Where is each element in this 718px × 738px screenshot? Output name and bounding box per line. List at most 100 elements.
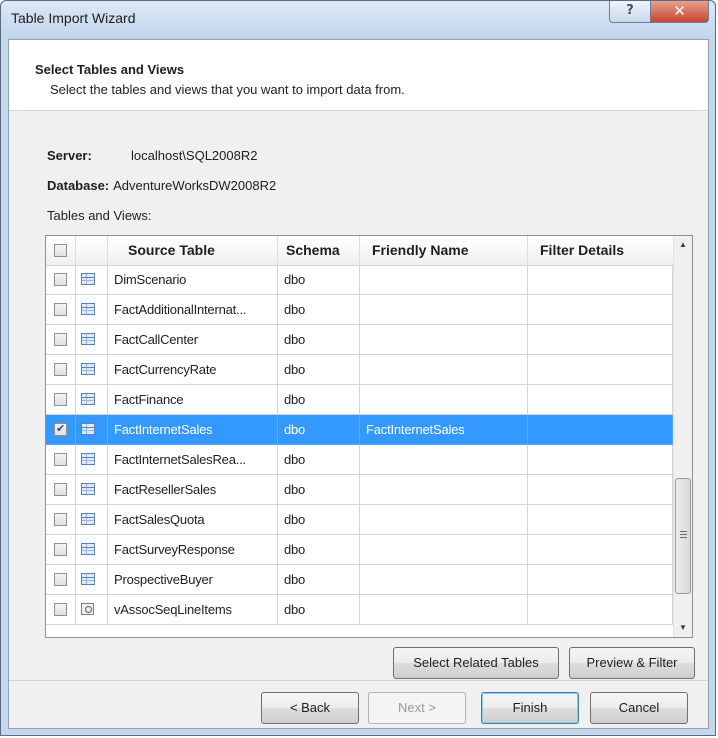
scroll-thumb[interactable] [675, 478, 691, 594]
filter-details-cell[interactable] [528, 385, 673, 415]
checkbox-cell [46, 565, 76, 595]
table-icon [81, 453, 95, 465]
source-table-cell: vAssocSeqLineItems [108, 595, 278, 625]
table-icon [81, 273, 95, 285]
table-row[interactable]: FactCurrencyRate dbo [46, 355, 673, 385]
filter-details-cell[interactable] [528, 535, 673, 565]
schema-cell: dbo [278, 595, 360, 625]
checkbox-cell [46, 355, 76, 385]
checkbox-cell [46, 475, 76, 505]
source-table-cell: FactCurrencyRate [108, 355, 278, 385]
finish-button[interactable]: Finish [481, 692, 579, 724]
select-all-cell [46, 236, 76, 265]
table-row[interactable]: FactSurveyResponse dbo [46, 535, 673, 565]
source-table-cell: FactFinance [108, 385, 278, 415]
filter-details-cell[interactable] [528, 265, 673, 295]
column-header-source-table[interactable]: Source Table [108, 236, 278, 265]
vertical-scrollbar[interactable]: ▲ ▼ [673, 236, 692, 637]
friendly-name-cell[interactable] [360, 355, 528, 385]
friendly-name-cell[interactable]: FactInternetSales [360, 415, 528, 445]
row-checkbox[interactable] [54, 273, 67, 286]
page-subtitle: Select the tables and views that you wan… [50, 82, 405, 97]
table-row[interactable]: FactResellerSales dbo [46, 475, 673, 505]
filter-details-cell[interactable] [528, 325, 673, 355]
filter-details-cell[interactable] [528, 595, 673, 625]
schema-cell: dbo [278, 535, 360, 565]
preview-filter-button[interactable]: Preview & Filter [569, 647, 695, 679]
friendly-name-cell[interactable] [360, 265, 528, 295]
database-label: Database: [47, 178, 110, 193]
source-table-cell: DimScenario [108, 265, 278, 295]
filter-details-cell[interactable] [528, 475, 673, 505]
select-related-tables-button[interactable]: Select Related Tables [393, 647, 559, 679]
friendly-name-cell[interactable] [360, 505, 528, 535]
table-row[interactable]: FactFinance dbo [46, 385, 673, 415]
schema-cell: dbo [278, 445, 360, 475]
friendly-name-cell[interactable] [360, 445, 528, 475]
back-button[interactable]: < Back [261, 692, 359, 724]
wizard-body: Select Tables and Views Select the table… [8, 39, 709, 729]
row-checkbox[interactable] [54, 333, 67, 346]
filter-details-cell[interactable] [528, 445, 673, 475]
page-header: Select Tables and Views Select the table… [9, 40, 708, 111]
row-checkbox[interactable] [54, 603, 67, 616]
friendly-name-cell[interactable] [360, 565, 528, 595]
table-icon [81, 483, 95, 495]
friendly-name-cell[interactable] [360, 295, 528, 325]
filter-details-cell[interactable] [528, 355, 673, 385]
column-header-filter-details[interactable]: Filter Details [528, 236, 673, 265]
friendly-name-cell[interactable] [360, 535, 528, 565]
filter-details-cell[interactable] [528, 565, 673, 595]
cancel-button[interactable]: Cancel [590, 692, 688, 724]
row-checkbox[interactable] [54, 393, 67, 406]
friendly-name-cell[interactable] [360, 475, 528, 505]
row-checkbox[interactable] [54, 453, 67, 466]
server-label: Server: [47, 148, 92, 163]
table-row[interactable]: DimScenario dbo [46, 265, 673, 295]
wizard-window: Table Import Wizard ? ✕ Select Tables an… [0, 0, 716, 736]
divider [9, 680, 708, 681]
database-value: AdventureWorksDW2008R2 [113, 178, 277, 193]
close-button[interactable]: ✕ [650, 1, 709, 23]
row-checkbox[interactable] [54, 363, 67, 376]
table-row[interactable]: ProspectiveBuyer dbo [46, 565, 673, 595]
row-checkbox[interactable]: ✔ [54, 423, 67, 436]
source-table-cell: FactResellerSales [108, 475, 278, 505]
table-row[interactable]: FactAdditionalInternat... dbo [46, 295, 673, 325]
row-checkbox[interactable] [54, 573, 67, 586]
friendly-name-cell[interactable] [360, 385, 528, 415]
friendly-name-cell[interactable] [360, 325, 528, 355]
row-checkbox[interactable] [54, 513, 67, 526]
row-checkbox[interactable] [54, 303, 67, 316]
filter-details-cell[interactable] [528, 295, 673, 325]
source-table-cell: FactInternetSales [108, 415, 278, 445]
source-table-cell: FactCallCenter [108, 325, 278, 355]
table-row[interactable]: vAssocSeqLineItems dbo [46, 595, 673, 625]
source-table-cell: FactSurveyResponse [108, 535, 278, 565]
friendly-name-cell[interactable] [360, 595, 528, 625]
scroll-down-arrow-icon[interactable]: ▼ [674, 619, 692, 637]
source-table-cell: ProspectiveBuyer [108, 565, 278, 595]
row-checkbox[interactable] [54, 543, 67, 556]
select-all-checkbox[interactable] [54, 244, 67, 257]
column-header-friendly-name[interactable]: Friendly Name [360, 236, 528, 265]
table-icon [81, 333, 95, 345]
table-row[interactable]: FactCallCenter dbo [46, 325, 673, 355]
table-row[interactable]: ✔ FactInternetSales dbo FactInternetSales [46, 415, 673, 445]
filter-details-cell[interactable] [528, 505, 673, 535]
table-row[interactable]: FactInternetSalesRea... dbo [46, 445, 673, 475]
column-header-schema[interactable]: Schema [278, 236, 360, 265]
checkbox-cell [46, 445, 76, 475]
page-title: Select Tables and Views [35, 62, 185, 77]
window-title: Table Import Wizard [11, 10, 136, 26]
icon-cell [76, 505, 108, 535]
source-table-cell: FactSalesQuota [108, 505, 278, 535]
table-row[interactable]: FactSalesQuota dbo [46, 505, 673, 535]
tables-grid[interactable]: Source Table Schema Friendly Name Filter… [45, 235, 693, 638]
filter-details-cell[interactable] [528, 415, 673, 445]
row-checkbox[interactable] [54, 483, 67, 496]
scroll-up-arrow-icon[interactable]: ▲ [674, 236, 692, 254]
server-row: Server: localhost\SQL2008R2 [47, 148, 257, 163]
icon-cell [76, 565, 108, 595]
help-button[interactable]: ? [609, 1, 651, 23]
